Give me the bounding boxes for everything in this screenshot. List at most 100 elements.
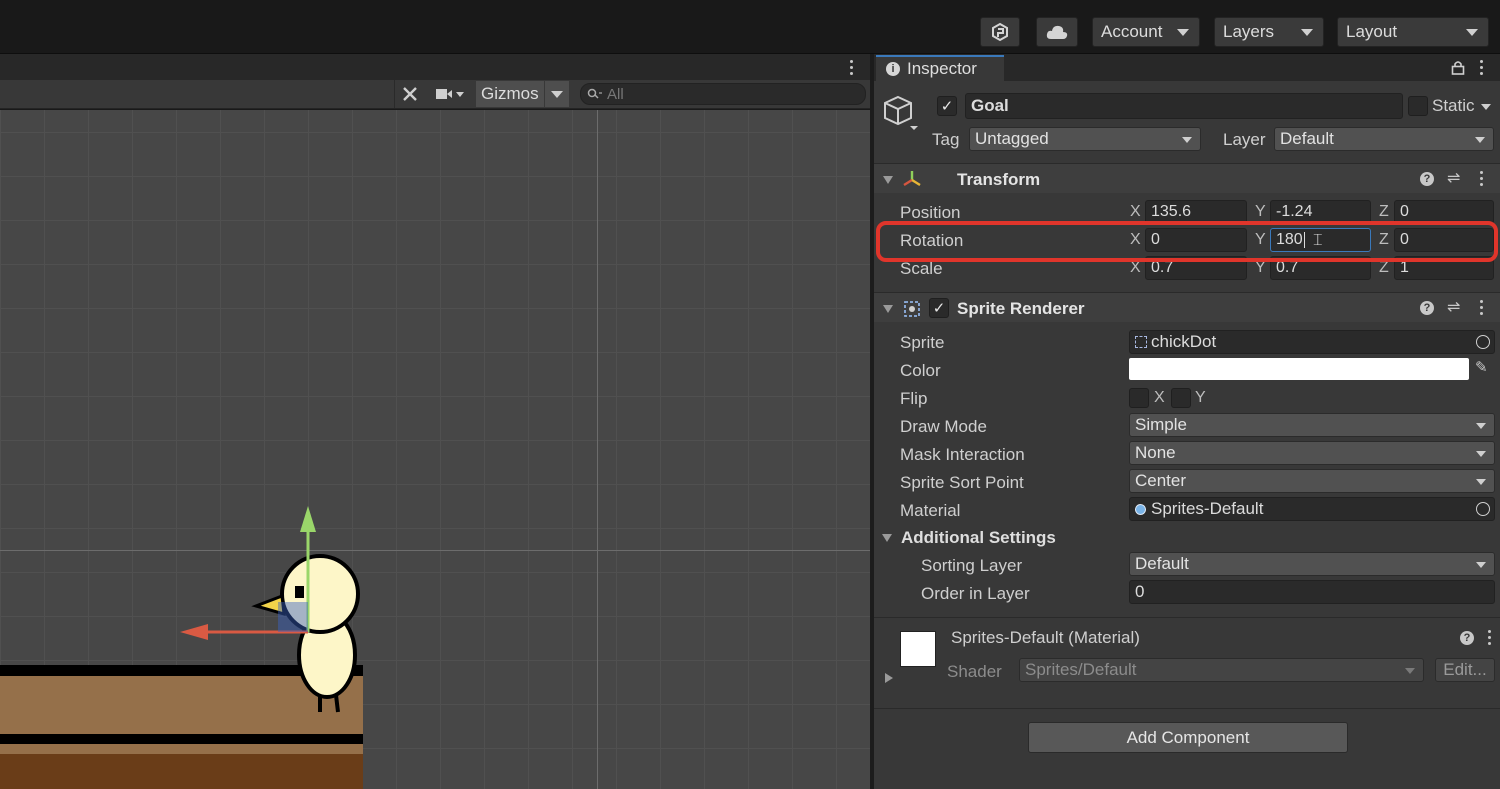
static-label: Static	[1432, 96, 1475, 115]
gizmos-button[interactable]: Gizmos	[476, 81, 544, 107]
search-icon	[587, 88, 602, 99]
order-in-layer-input[interactable]: 0	[1129, 580, 1495, 604]
sprite-label: Sprite	[900, 333, 945, 352]
object-name-value: Goal	[971, 96, 1009, 115]
object-picker-icon[interactable]	[1476, 335, 1490, 349]
sprite-sort-point-dropdown[interactable]: Center	[1129, 469, 1495, 493]
sprite-object-field[interactable]: chickDot	[1129, 330, 1495, 354]
transform-header[interactable]: Transform ? ⇌	[874, 163, 1500, 193]
static-checkbox[interactable]	[1408, 96, 1428, 116]
sprite-sort-point-label: Sprite Sort Point	[900, 473, 1024, 492]
order-in-layer-value: 0	[1135, 582, 1145, 601]
presets-icon[interactable]: ⇌	[1447, 168, 1460, 188]
sorting-layer-dropdown[interactable]: Default	[1129, 552, 1495, 576]
main-toolbar: Account Layers Layout	[0, 0, 1500, 54]
scale-label: Scale	[900, 259, 943, 278]
chevron-down-icon	[1476, 423, 1486, 429]
help-icon[interactable]: ?	[1420, 172, 1434, 186]
active-checkbox[interactable]: ✓	[937, 96, 957, 116]
shader-dropdown[interactable]: Sprites/Default	[1019, 658, 1424, 682]
chevron-down-icon	[1476, 451, 1486, 457]
color-label: Color	[900, 361, 941, 380]
material-section: Sprites-Default (Material) Shader Sprite…	[874, 617, 1500, 709]
flip-label: Flip	[900, 389, 928, 408]
gizmos-dropdown[interactable]	[545, 81, 569, 107]
material-label: Material	[900, 501, 961, 520]
tools-toggle[interactable]	[394, 80, 424, 108]
help-icon[interactable]: ?	[1420, 301, 1434, 315]
sprite-renderer-enabled-checkbox[interactable]: ✓	[929, 298, 949, 318]
sprite-value: chickDot	[1151, 332, 1217, 351]
sprite-renderer-header[interactable]: ✓ Sprite Renderer ? ⇌	[874, 292, 1500, 322]
draw-mode-value: Simple	[1135, 415, 1187, 434]
collab-button[interactable]	[980, 17, 1020, 47]
account-label: Account	[1101, 22, 1163, 41]
order-in-layer-label: Order in Layer	[921, 584, 1030, 603]
eyedropper-icon[interactable]: ✎	[1475, 358, 1488, 376]
sorting-layer-value: Default	[1135, 554, 1189, 573]
mask-interaction-label: Mask Interaction	[900, 445, 1025, 464]
scene-search-input[interactable]: All	[580, 83, 866, 105]
chevron-down-icon	[1177, 29, 1189, 36]
axis-line-horizontal	[0, 550, 870, 551]
search-placeholder: All	[607, 85, 624, 103]
lock-icon[interactable]	[1451, 60, 1465, 75]
more-options-icon[interactable]	[1480, 171, 1484, 189]
axis-line-vertical	[597, 110, 598, 789]
scene-viewport[interactable]	[0, 110, 870, 789]
transform-icon	[903, 171, 921, 187]
flip-y-checkbox[interactable]	[1171, 388, 1191, 408]
foldout-arrow-icon[interactable]	[883, 176, 893, 184]
tag-dropdown[interactable]: Untagged	[969, 127, 1201, 151]
color-swatch[interactable]	[1129, 358, 1469, 380]
layer-dropdown[interactable]: Default	[1274, 127, 1494, 151]
material-title: Sprites-Default (Material)	[951, 628, 1140, 647]
layer-label: Layer	[1223, 130, 1266, 149]
add-component-button[interactable]: Add Component	[1028, 722, 1348, 753]
cloud-button[interactable]	[1036, 17, 1078, 47]
axis-z-label: Z	[1379, 203, 1389, 220]
flip-x-checkbox[interactable]	[1129, 388, 1149, 408]
sprite-renderer-title: Sprite Renderer	[957, 299, 1085, 318]
info-icon: i	[886, 62, 900, 76]
material-object-field[interactable]: Sprites-Default	[1129, 497, 1495, 521]
material-preview	[900, 631, 936, 667]
tab-inspector[interactable]: i Inspector	[876, 55, 1004, 81]
more-options-icon[interactable]	[1480, 60, 1484, 78]
more-options-icon[interactable]	[1488, 630, 1492, 648]
sprite-asset-icon	[1135, 336, 1147, 348]
more-options-icon[interactable]	[1480, 300, 1484, 318]
sorting-layer-label: Sorting Layer	[921, 556, 1023, 575]
draw-mode-dropdown[interactable]: Simple	[1129, 413, 1495, 437]
sprite-renderer-icon	[904, 301, 920, 317]
camera-dropdown[interactable]	[426, 80, 474, 108]
add-component-label: Add Component	[1126, 727, 1250, 747]
flip-x-label: X	[1154, 389, 1165, 406]
more-options-icon[interactable]	[850, 60, 854, 78]
chevron-down-icon	[1476, 562, 1486, 568]
position-z-value: 0	[1400, 203, 1409, 220]
layers-dropdown[interactable]: Layers	[1214, 17, 1324, 47]
move-gizmo[interactable]	[170, 500, 330, 640]
help-icon[interactable]: ?	[1460, 631, 1474, 645]
chevron-down-icon	[1476, 479, 1486, 485]
inspector-panel: i Inspector ✓ Goal Static Tag Untagged L…	[874, 54, 1500, 789]
layers-label: Layers	[1223, 22, 1275, 41]
object-picker-icon[interactable]	[1476, 502, 1490, 516]
static-dropdown[interactable]: Static	[1432, 96, 1492, 116]
material-asset-icon	[1135, 503, 1146, 515]
additional-settings-label[interactable]: Additional Settings	[901, 528, 1056, 548]
rotation-row-highlight	[876, 221, 1498, 262]
foldout-arrow-icon[interactable]	[882, 534, 892, 542]
flip-y-label: Y	[1195, 389, 1206, 406]
mask-interaction-dropdown[interactable]: None	[1129, 441, 1495, 465]
presets-icon[interactable]: ⇌	[1447, 297, 1460, 317]
account-dropdown[interactable]: Account	[1092, 17, 1200, 47]
layout-dropdown[interactable]: Layout	[1337, 17, 1489, 47]
foldout-arrow-icon[interactable]	[885, 673, 893, 683]
shader-edit-button[interactable]: Edit...	[1435, 658, 1495, 682]
sprite-sort-point-value: Center	[1135, 471, 1187, 490]
foldout-arrow-icon[interactable]	[883, 305, 893, 313]
layout-label: Layout	[1346, 22, 1398, 41]
object-name-input[interactable]: Goal	[965, 93, 1403, 119]
